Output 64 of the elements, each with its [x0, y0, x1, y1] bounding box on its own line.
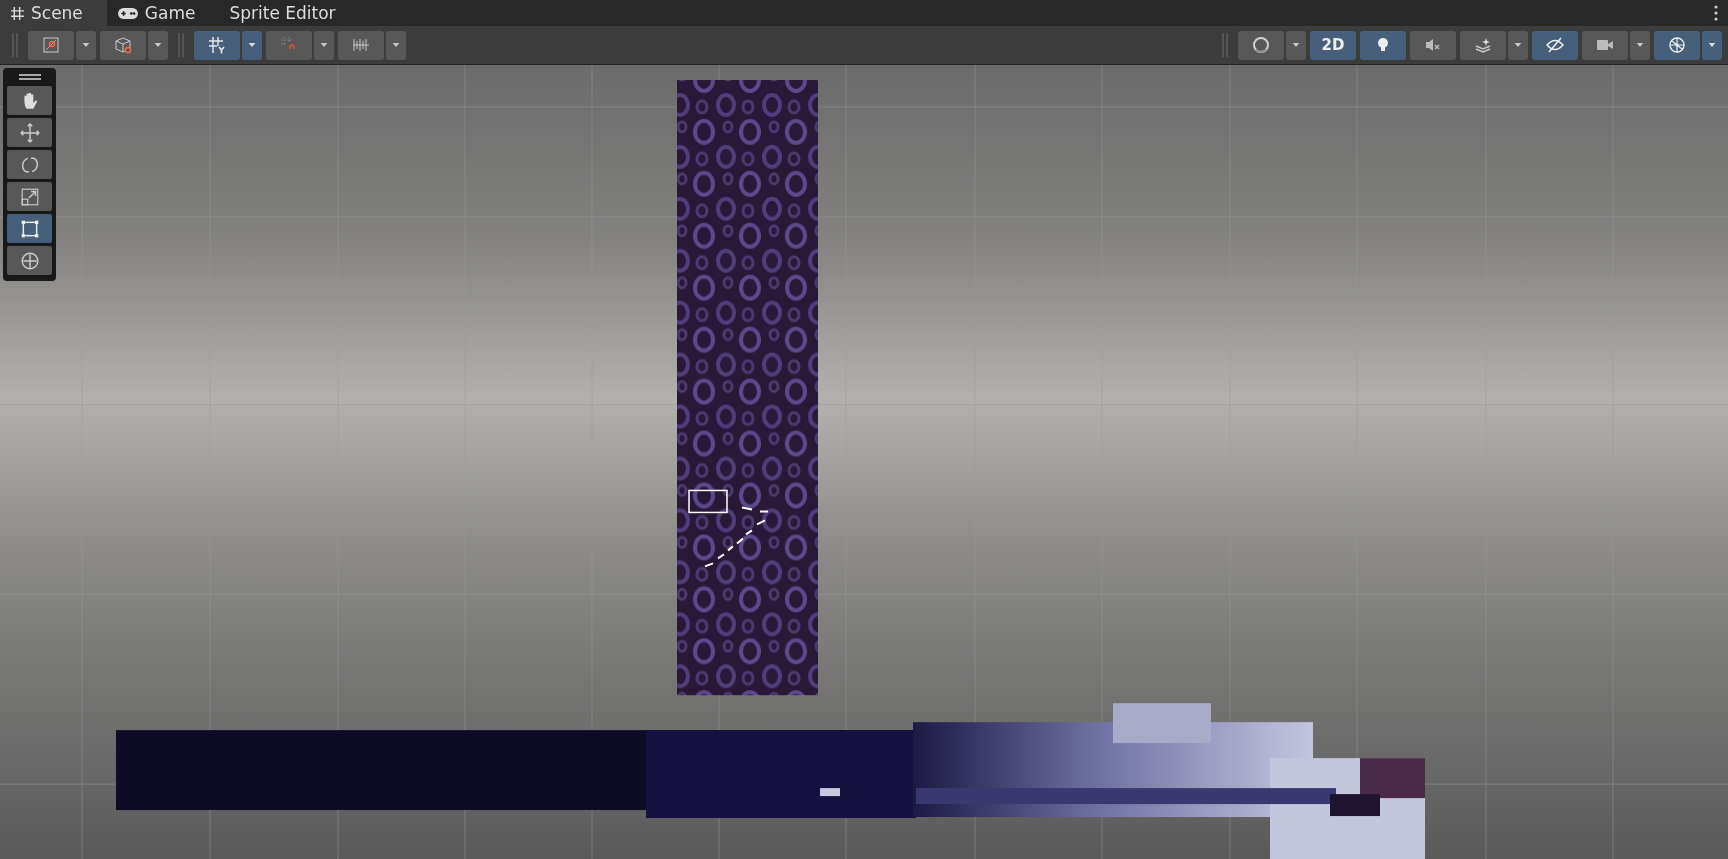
tool-button[interactable] — [7, 214, 52, 243]
caret-icon — [1292, 41, 1300, 49]
path-dots-drawing — [704, 506, 769, 568]
gizmo-icon — [1669, 37, 1685, 53]
tab[interactable]: Sprite Editor — [219, 0, 360, 26]
gamepad-icon — [116, 5, 139, 21]
caret-icon — [392, 41, 400, 49]
sphere-icon — [1253, 37, 1269, 53]
speaker-muted-icon — [1426, 39, 1440, 51]
dropdown-button[interactable] — [314, 30, 334, 60]
more-options-icon[interactable] — [1714, 5, 1718, 21]
dropdown-button[interactable] — [76, 30, 96, 60]
toolbar-grip[interactable] — [12, 33, 18, 57]
toolbar-grip[interactable] — [178, 33, 184, 57]
toggle-button[interactable]: 2D — [1310, 30, 1356, 60]
caret-icon — [320, 41, 328, 49]
toolbar-button[interactable] — [1654, 30, 1700, 60]
hand-icon — [23, 92, 37, 109]
handle-icon — [43, 37, 59, 53]
move-arrows-icon — [19, 122, 40, 143]
tab[interactable]: Game — [106, 0, 220, 26]
transform-icon — [21, 252, 38, 269]
light-bulb-icon — [1378, 38, 1388, 51]
toolbar-button[interactable] — [194, 30, 240, 60]
tab[interactable]: Scene — [0, 0, 107, 26]
tool-button[interactable] — [7, 150, 52, 179]
palette-grip[interactable] — [18, 74, 41, 80]
scale-icon — [21, 188, 38, 205]
dropdown-button[interactable] — [242, 30, 262, 60]
toolbar-button[interactable] — [1410, 30, 1456, 60]
dropdown-button[interactable] — [1630, 30, 1650, 60]
dropdown-button[interactable] — [386, 30, 406, 60]
toolbar-grip[interactable] — [1222, 33, 1228, 57]
caret-icon — [248, 41, 256, 49]
caret-icon — [1514, 41, 1522, 49]
tool-button[interactable] — [7, 182, 52, 211]
tool-button[interactable] — [7, 246, 52, 275]
caret-icon — [82, 41, 90, 49]
dropdown-button[interactable] — [1286, 30, 1306, 60]
tool-button[interactable] — [7, 86, 52, 115]
camera-icon — [1597, 40, 1613, 50]
toolbar-button[interactable] — [1582, 30, 1628, 60]
layers-sparkle-icon — [1475, 38, 1491, 53]
toolbar-button[interactable] — [1460, 30, 1506, 60]
toolbar-button[interactable] — [100, 30, 146, 60]
caret-icon — [154, 41, 162, 49]
tool-button[interactable] — [7, 118, 52, 147]
caret-icon — [1636, 41, 1644, 49]
dropdown-button[interactable] — [148, 30, 168, 60]
rotate-icon — [21, 157, 38, 172]
toolbar-button[interactable] — [1360, 30, 1406, 60]
dropdown-button[interactable] — [1508, 30, 1528, 60]
hidden-eye-icon — [1546, 37, 1564, 53]
grid-icon — [10, 5, 25, 21]
grid-snap-icon — [208, 36, 225, 54]
selection-rect — [688, 489, 728, 514]
rect-tool-icon — [21, 220, 38, 237]
dropdown-button[interactable] — [1702, 30, 1722, 60]
caret-icon — [1708, 41, 1716, 49]
toolbar-button[interactable] — [1238, 30, 1284, 60]
ruler-icon — [352, 38, 370, 52]
cube-icon — [115, 37, 132, 54]
magnet-grid-icon — [280, 36, 295, 49]
toolbar-button[interactable] — [1532, 30, 1578, 60]
